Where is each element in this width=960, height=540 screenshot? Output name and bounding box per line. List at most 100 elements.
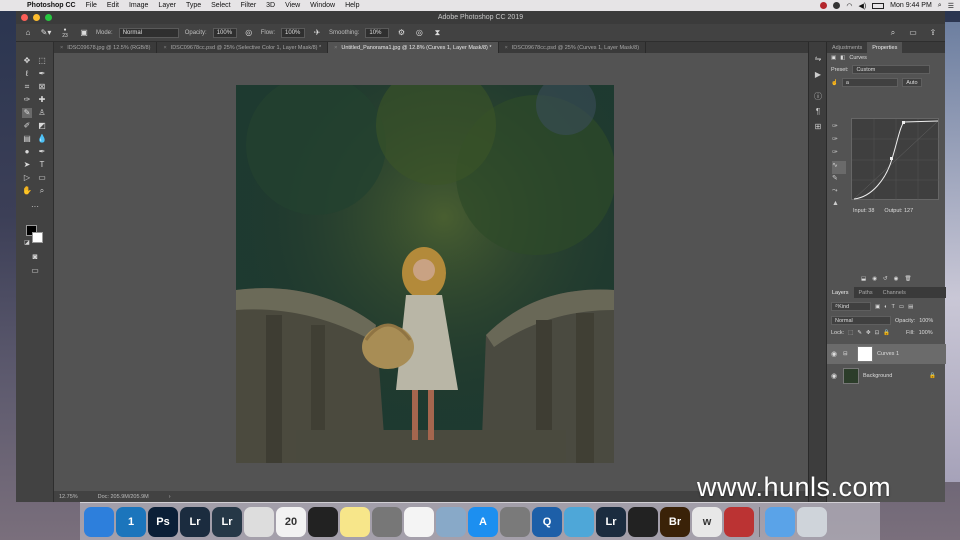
layer-name[interactable]: Background xyxy=(863,373,892,379)
actions-panel-icon[interactable]: ▶ xyxy=(813,70,823,80)
gradient-tool-icon[interactable]: ▤ xyxy=(22,134,32,144)
smoothing-field[interactable]: 10% xyxy=(365,27,390,38)
lock-artboard-icon[interactable]: ⊡ xyxy=(875,330,880,336)
layer-row-background[interactable]: ◉ Background 🔒 xyxy=(827,366,946,386)
dock-app-quicktime-icon[interactable]: Q xyxy=(532,506,562,537)
brush-size-picker[interactable]: ● 23 xyxy=(58,27,72,39)
pen-tool-icon[interactable]: ✒ xyxy=(37,147,47,157)
dock-app-trash-icon[interactable] xyxy=(797,506,827,537)
mode-select[interactable]: Normal xyxy=(118,27,179,38)
document-size[interactable]: Doc: 205.9M/205.9M xyxy=(98,494,149,500)
history-panel-icon[interactable]: ⇋ xyxy=(813,54,823,64)
zoom-tool-icon[interactable]: ⌕ xyxy=(37,186,47,196)
edit-toolbar-icon[interactable]: ··· xyxy=(30,202,40,212)
zoom-level[interactable]: 12.75% xyxy=(59,494,78,500)
visibility-icon[interactable]: ◉ xyxy=(894,276,899,282)
layer-filter-kind[interactable]: ⌕ Kind xyxy=(831,302,871,311)
smoothing-gear-icon[interactable]: ⚙ xyxy=(395,27,407,39)
healing-brush-tool-icon[interactable]: ✚ xyxy=(37,95,47,105)
screen-mode-icon[interactable]: ▭ xyxy=(30,266,40,276)
gray-point-eyedropper-icon[interactable]: ✑ xyxy=(832,135,846,148)
black-point-eyedropper-icon[interactable]: ✑ xyxy=(832,122,846,135)
tab-paths[interactable]: Paths xyxy=(854,287,878,298)
dock-app-reminders-icon[interactable] xyxy=(404,506,434,537)
status-arrow-icon[interactable]: › xyxy=(169,494,171,500)
dock-app-image-capture-icon[interactable] xyxy=(564,506,594,537)
clone-stamp-tool-icon[interactable]: ♙ xyxy=(37,108,47,118)
blur-tool-icon[interactable]: 💧 xyxy=(37,134,47,144)
menu-window[interactable]: Window xyxy=(305,2,340,9)
lasso-tool-icon[interactable]: ℓ xyxy=(22,69,32,79)
dock-app-screenshot-icon[interactable] xyxy=(372,506,402,537)
dock-app-bridge-icon[interactable]: Br xyxy=(660,506,690,537)
reset-icon[interactable]: ↺ xyxy=(883,276,888,282)
move-tool-icon[interactable]: ✥ xyxy=(22,56,32,66)
quick-mask-icon[interactable]: ◙ xyxy=(30,252,40,262)
quick-select-tool-icon[interactable]: ✒ xyxy=(37,69,47,79)
filter-adjust-icon[interactable]: ◐ xyxy=(884,304,887,310)
dock-app-obs-icon[interactable] xyxy=(628,506,658,537)
dock-app-chrome-icon[interactable] xyxy=(244,506,274,537)
info-panel-icon[interactable]: ⓘ xyxy=(813,92,823,102)
input-value[interactable]: Input: 38 xyxy=(853,208,874,214)
menu-help[interactable]: Help xyxy=(340,2,364,9)
white-point-eyedropper-icon[interactable]: ✑ xyxy=(832,148,846,161)
menu-app-name[interactable]: Photoshop CC xyxy=(22,2,81,9)
tab-document-4[interactable]: × IDSC09678cc.psd @ 25% (Curves 1, Layer … xyxy=(499,42,647,53)
direct-select-tool-icon[interactable]: ▷ xyxy=(22,173,32,183)
fill-value[interactable]: 100% xyxy=(919,330,933,336)
layer-row-curves[interactable]: ◉ ⊟ Curves 1 xyxy=(827,344,946,364)
menu-filter[interactable]: Filter xyxy=(236,2,262,9)
tab-channels[interactable]: Channels xyxy=(878,287,911,298)
target-adjust-icon[interactable]: ☝ xyxy=(831,80,838,86)
lock-paint-icon[interactable]: ✎ xyxy=(857,330,862,336)
canvas-area[interactable] xyxy=(54,53,808,491)
menu-select[interactable]: Select xyxy=(206,2,235,9)
dodge-tool-icon[interactable]: ● xyxy=(22,147,32,157)
brush-tool-preset-icon[interactable]: ✎▾ xyxy=(40,27,52,39)
paragraph-panel-icon[interactable]: ¶ xyxy=(813,107,823,117)
tab-properties[interactable]: Properties xyxy=(867,42,903,53)
rectangle-tool-icon[interactable]: ▭ xyxy=(37,173,47,183)
curve-points-icon[interactable]: ∿ xyxy=(832,161,846,174)
brush-settings-icon[interactable]: ▣ xyxy=(78,27,90,39)
brush-tool-icon[interactable]: ✎ xyxy=(22,108,32,118)
clipping-warning-icon[interactable]: ▲ xyxy=(832,200,846,213)
airbrush-icon[interactable]: ✈ xyxy=(311,27,323,39)
lock-position-icon[interactable]: ✥ xyxy=(866,330,871,336)
menu-layer[interactable]: Layer xyxy=(153,2,181,9)
notification-center-icon[interactable]: ☰ xyxy=(948,2,954,10)
tab-document-3[interactable]: × Untitled_Panorama1.jpg @ 12.8% (Curves … xyxy=(328,42,499,53)
symmetry-icon[interactable]: ⧗ xyxy=(431,27,443,39)
dock-app-wunderlist-icon[interactable]: w xyxy=(692,506,722,537)
pressure-size-icon[interactable]: ◎ xyxy=(413,27,425,39)
dock-app-finder-icon[interactable] xyxy=(84,506,114,537)
status-icon[interactable] xyxy=(833,2,841,9)
history-brush-tool-icon[interactable]: ✐ xyxy=(22,121,32,131)
filter-type-icon[interactable]: T xyxy=(892,304,895,310)
menu-file[interactable]: File xyxy=(81,2,102,9)
workspace-icon[interactable]: ▭ xyxy=(907,27,919,39)
dock-app-system-preferences-icon[interactable] xyxy=(500,506,530,537)
tab-document-2[interactable]: × IDSC09678cc.psd @ 25% (Selective Color … xyxy=(157,42,329,53)
dock-app-toolbox-icon[interactable] xyxy=(724,506,754,537)
dock-app-lightroom-icon[interactable]: Lr xyxy=(212,506,242,537)
wifi-icon[interactable]: ◠ xyxy=(846,2,852,10)
layer-mask-thumbnail[interactable] xyxy=(857,346,873,362)
lock-all-icon[interactable]: 🔒 xyxy=(883,330,890,336)
crop-tool-icon[interactable]: ⌗ xyxy=(22,82,32,92)
battery-icon[interactable] xyxy=(872,2,885,9)
adjust-panel-icon[interactable]: ⊞ xyxy=(813,122,823,132)
pressure-opacity-icon[interactable]: ◎ xyxy=(243,27,255,39)
marquee-tool-icon[interactable]: ⬚ xyxy=(37,56,47,66)
auto-button[interactable]: Auto xyxy=(901,78,922,87)
menu-type[interactable]: Type xyxy=(181,2,206,9)
hand-tool-icon[interactable]: ✋ xyxy=(22,186,32,196)
visibility-eye-icon[interactable]: ◉ xyxy=(831,350,839,358)
filter-shape-icon[interactable]: ▭ xyxy=(899,304,904,310)
close-tab-icon[interactable]: × xyxy=(334,45,337,51)
dock-app-photoshop-icon[interactable]: Ps xyxy=(148,506,178,537)
close-tab-icon[interactable]: × xyxy=(505,45,508,51)
smooth-curve-icon[interactable]: ⤳ xyxy=(832,187,846,200)
record-icon[interactable] xyxy=(820,2,828,9)
